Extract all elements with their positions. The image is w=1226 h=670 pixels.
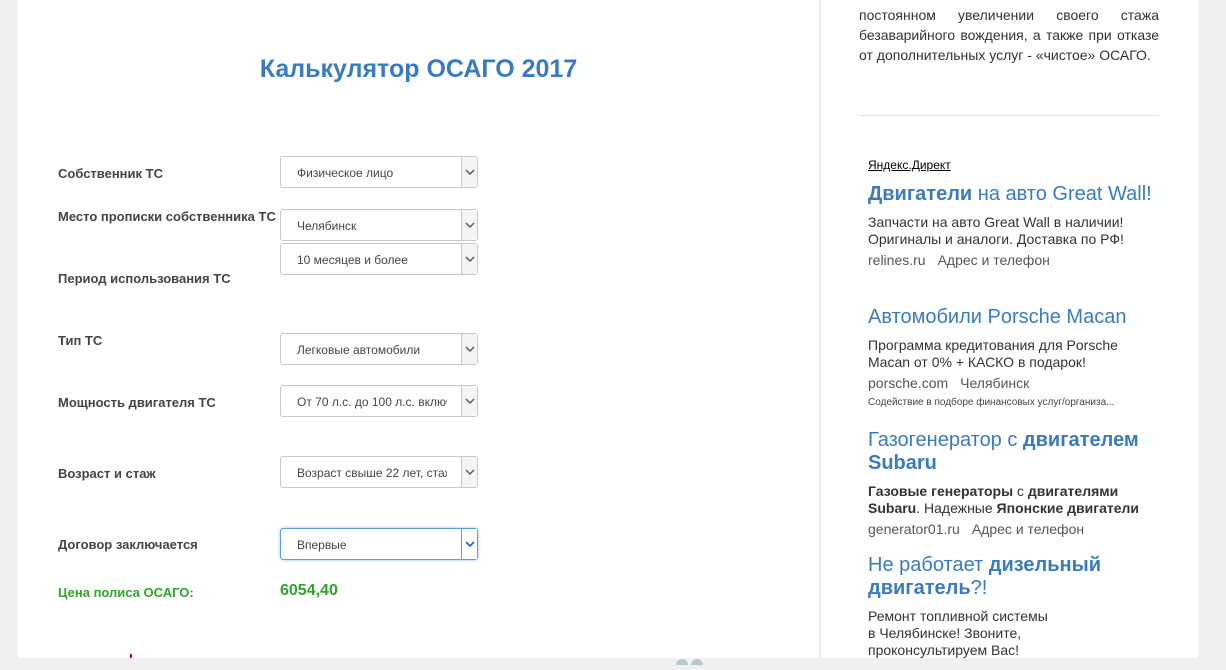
age-experience-select[interactable]: Возраст свыше 22 лет, стаж [280,456,478,488]
owner-select[interactable]: Физическое лицо [280,156,478,188]
usage-period-label: Период использования ТС [58,271,231,286]
usage-period-select-value: 10 месяцев и более [297,253,408,267]
ad-block[interactable]: Автомобили Porsche Macan Программа креди… [868,306,1153,408]
ad-title-link[interactable]: Двигатели на авто Great Wall! [868,183,1153,206]
ad-meta: relines.ru Адрес и телефон [868,252,1153,268]
ad-block[interactable]: Газогенератор с двигателем Subaru Газовы… [868,429,1153,537]
ad-description: Ремонт топливной системы в Челябинске! З… [868,608,1048,658]
chevron-down-icon[interactable] [461,244,477,274]
ad-description: Запчасти на авто Great Wall в наличии! О… [868,214,1124,247]
usage-period-select[interactable]: 10 месяцев и более [280,243,478,275]
ad-meta: porsche.com Челябинск [868,375,1153,391]
engine-power-select-value: От 70 л.с. до 100 л.с. включ [297,395,447,409]
ad-meta: generator01.ru Адрес и телефон [868,521,1153,537]
ad-block[interactable]: Двигатели на авто Great Wall! Запчасти н… [868,183,1153,268]
contract-select-value: Впервые [297,538,347,552]
age-experience-select-value: Возраст свыше 22 лет, стаж [297,466,447,480]
ad-title-text: Автомобили Porsche Macan [868,306,1127,328]
chevron-down-icon[interactable] [461,457,477,487]
contract-select[interactable]: Впервые [280,528,478,560]
ad-title-link[interactable]: Газогенератор с двигателем Subaru [868,429,1153,475]
chevron-down-icon[interactable] [461,529,477,559]
ad-url[interactable]: porsche.com [868,375,948,391]
ad-description: Программа кредитования для Porsche Macan… [868,337,1118,370]
ad-text: с [1013,483,1028,499]
chevron-down-icon[interactable] [461,210,477,240]
registration-label: Место прописки собственника ТС [58,209,276,224]
ad-text: . Надежные [916,500,997,516]
page-title: Калькулятор ОСАГО 2017 [259,55,578,83]
ad-title-text: ?! [970,577,988,599]
vehicle-type-select[interactable]: Легковые автомобили [280,333,478,365]
decorative-mark [130,654,132,658]
ad-title-text: Газогенератор с [868,429,1023,451]
chevron-down-icon[interactable] [461,386,477,416]
ad-description: Газовые генераторы с двигателями Subaru.… [868,483,1153,517]
divider [859,115,1159,116]
vehicle-type-select-value: Легковые автомобили [297,343,421,357]
ad-title-link[interactable]: Автомобили Porsche Macan [868,306,1153,329]
ad-title-text: на авто Great Wall! [972,183,1152,205]
ad-disclaimer: Содействие в подборе финансовых услуг/ор… [868,397,1115,408]
share-icon[interactable] [676,659,688,665]
registration-select-value: Челябинск [297,219,357,233]
sidebar: постоянном увеличении своего стажа безав… [820,0,1198,658]
contract-label: Договор заключается [58,537,198,552]
yandex-direct-link[interactable]: Яндекс.Директ [868,158,951,172]
calculator-panel: Калькулятор ОСАГО 2017 Собственник ТС Фи… [18,0,819,665]
ad-text-highlight: Газовые генераторы [868,483,1014,499]
ad-title-link[interactable]: Не работает дизельный двигатель?! [868,554,1153,600]
ad-title-highlight: Двигатели [868,183,973,205]
intro-text: постоянном увеличении своего стажа безав… [859,7,1159,63]
vehicle-type-label: Тип ТС [58,333,103,348]
owner-select-value: Физическое лицо [297,166,394,180]
chevron-down-icon[interactable] [461,157,477,187]
ad-block[interactable]: Не работает дизельный двигатель?! Ремонт… [868,554,1153,659]
price-label: Цена полиса ОСАГО: [58,585,194,600]
share-icons[interactable] [676,652,708,665]
age-experience-label: Возраст и стаж [58,466,156,481]
ad-extra[interactable]: Адрес и телефон [972,521,1084,537]
price-value: 6054,40 [280,582,338,599]
owner-label: Собственник ТС [58,166,163,181]
ad-extra[interactable]: Челябинск [960,375,1029,391]
engine-power-label: Мощность двигателя ТС [58,395,216,410]
ad-url[interactable]: relines.ru [868,252,926,268]
engine-power-select[interactable]: От 70 л.с. до 100 л.с. включ [280,385,478,417]
chevron-down-icon[interactable] [461,334,477,364]
ad-extra[interactable]: Адрес и телефон [938,252,1050,268]
share-icon[interactable] [691,659,703,665]
ad-title-text: Не работает [868,554,989,576]
ad-text-highlight: Японские двигатели [996,500,1140,516]
ad-url[interactable]: generator01.ru [868,521,960,537]
registration-select[interactable]: Челябинск [280,209,478,241]
